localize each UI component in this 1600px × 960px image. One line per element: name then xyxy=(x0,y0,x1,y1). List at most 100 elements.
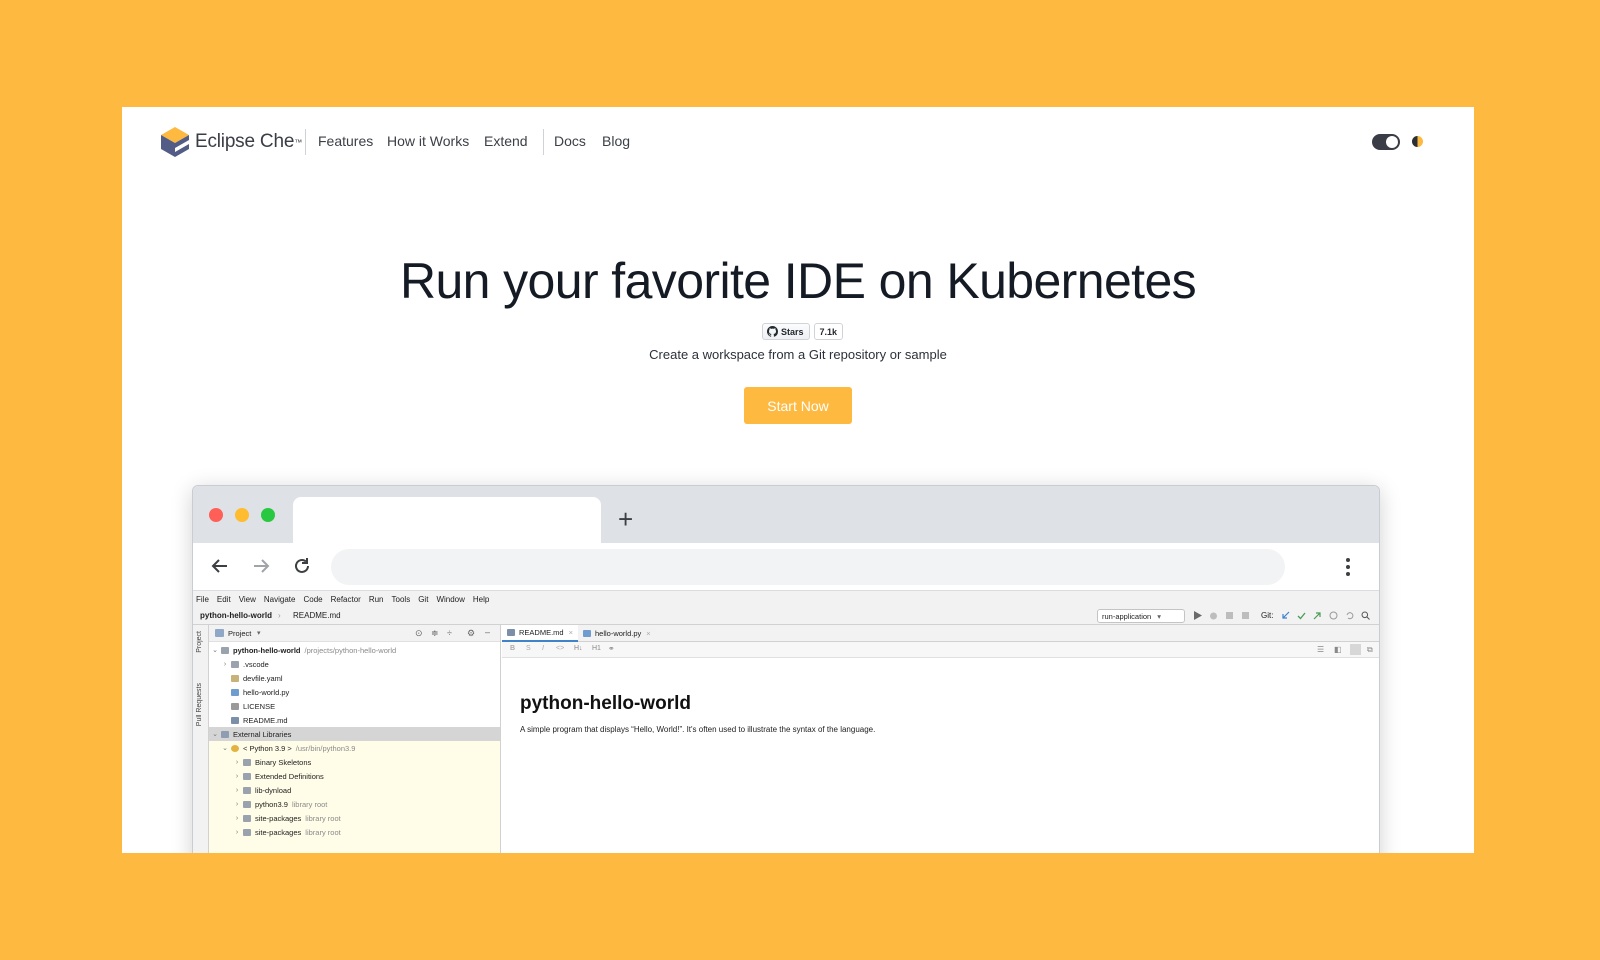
nav-link-extend[interactable]: Extend xyxy=(484,133,528,149)
nav-link-how-it-works[interactable]: How it Works xyxy=(387,133,469,149)
close-window-dot[interactable] xyxy=(209,508,223,522)
side-tab-pull-requests[interactable]: Pull Requests xyxy=(196,683,203,726)
collapse-all-icon[interactable]: ÷ xyxy=(447,628,452,638)
editor-tab-label: README.md xyxy=(519,628,564,637)
tree-item-label: Extended Definitions xyxy=(255,771,324,781)
code-icon[interactable]: <> xyxy=(556,645,564,652)
reload-icon[interactable] xyxy=(291,555,313,577)
tree-item-vscode[interactable]: › .vscode xyxy=(209,657,500,671)
expand-all-icon[interactable]: ≑ xyxy=(431,628,439,639)
split-view-icon[interactable]: ◧ xyxy=(1334,645,1342,654)
strikethrough-icon[interactable]: S xyxy=(526,645,531,652)
folder-icon xyxy=(243,758,251,766)
python-icon xyxy=(231,744,239,752)
breadcrumb-file[interactable]: README.md xyxy=(293,611,341,620)
menu-navigate[interactable]: Navigate xyxy=(264,595,296,604)
search-icon[interactable] xyxy=(1361,611,1370,620)
git-update-icon[interactable] xyxy=(1281,611,1290,620)
editor-tab-readme[interactable]: README.md × xyxy=(502,625,578,642)
editor-only-icon[interactable]: ☰ xyxy=(1317,645,1324,654)
italic-icon[interactable]: I xyxy=(542,645,544,652)
nav-link-docs[interactable]: Docs xyxy=(554,133,586,149)
tree-item-python39[interactable]: › python3.9 library root xyxy=(209,797,500,811)
git-push-icon[interactable] xyxy=(1313,611,1322,620)
run-icon[interactable] xyxy=(1193,611,1202,620)
minimize-window-dot[interactable] xyxy=(235,508,249,522)
tree-item-label: < Python 3.9 > xyxy=(243,743,292,753)
brand-logo[interactable]: Eclipse Che ™ xyxy=(160,126,302,158)
link-icon[interactable]: ⚭ xyxy=(608,644,615,653)
tree-item-hello-world-py[interactable]: hello-world.py xyxy=(209,685,500,699)
tree-item-label: .vscode xyxy=(243,659,269,669)
menu-tools[interactable]: Tools xyxy=(392,595,411,604)
nav-link-blog[interactable]: Blog xyxy=(602,133,630,149)
chevron-down-icon: ⌄ xyxy=(212,731,218,738)
menu-help[interactable]: Help xyxy=(473,595,489,604)
tree-item-project-root[interactable]: ⌄ python-hello-world/projects/python-hell… xyxy=(209,643,500,657)
menu-code[interactable]: Code xyxy=(303,595,322,604)
heading-1-icon[interactable]: H1 xyxy=(592,645,601,652)
menu-view[interactable]: View xyxy=(239,595,256,604)
git-commit-icon[interactable] xyxy=(1297,611,1306,620)
debug-icon[interactable] xyxy=(1209,611,1218,620)
tree-item-site-packages[interactable]: › site-packages library root xyxy=(209,811,500,825)
menu-edit[interactable]: Edit xyxy=(217,595,231,604)
readme-paragraph: A simple program that displays “Hello, W… xyxy=(520,725,876,734)
layout-icon[interactable]: ⧉ xyxy=(1367,645,1373,655)
editor-tab-hello-world[interactable]: hello-world.py × xyxy=(578,625,656,642)
readme-heading: python-hello-world xyxy=(520,693,691,714)
preview-only-icon[interactable] xyxy=(1350,644,1361,655)
editor-tab-label: hello-world.py xyxy=(595,629,642,638)
close-icon[interactable]: × xyxy=(646,629,650,638)
side-tab-project[interactable]: Project xyxy=(196,631,203,653)
folder-icon xyxy=(243,800,251,808)
browser-tab[interactable] xyxy=(293,497,601,543)
project-panel: Project ▾ ⊙ ≑ ÷ ⚙ – ⌄ python-hello-world /… xyxy=(209,625,501,853)
tree-item-hint: library root xyxy=(291,799,328,809)
contrast-icon[interactable] xyxy=(1411,135,1424,148)
close-icon[interactable]: × xyxy=(569,628,573,637)
tree-item-license[interactable]: LICENSE xyxy=(209,699,500,713)
heading-level-icon[interactable]: H↓ xyxy=(574,645,583,652)
menu-run[interactable]: Run xyxy=(369,595,384,604)
github-stars-widget[interactable]: Stars 7.1k xyxy=(762,323,844,340)
library-icon xyxy=(221,730,229,738)
project-panel-title[interactable]: Project xyxy=(228,629,251,638)
tree-item-lib-dynload[interactable]: › lib-dynload xyxy=(209,783,500,797)
tree-item-python-sdk[interactable]: ⌄ < Python 3.9 >/usr/bin/python3.9 xyxy=(209,741,500,755)
tree-item-devfile[interactable]: devfile.yaml xyxy=(209,671,500,685)
stop-icon[interactable] xyxy=(1241,611,1250,620)
browser-menu-icon[interactable] xyxy=(1345,557,1351,577)
stars-count[interactable]: 7.1k xyxy=(813,323,844,340)
tree-item-extended-definitions[interactable]: › Extended Definitions xyxy=(209,769,500,783)
tree-item-external-libraries[interactable]: ⌄ External Libraries xyxy=(209,727,500,741)
browser-toolbar xyxy=(193,543,1379,591)
new-tab-button[interactable]: + xyxy=(618,504,633,535)
bold-icon[interactable]: B xyxy=(510,645,515,652)
tree-item-site-packages[interactable]: › site-packages library root xyxy=(209,825,500,839)
ide-menu-bar: File Edit View Navigate Code Refactor Ru… xyxy=(193,591,1379,607)
github-stars-button[interactable]: Stars xyxy=(762,323,810,340)
forward-arrow-icon[interactable] xyxy=(250,555,272,577)
menu-git[interactable]: Git xyxy=(418,595,428,604)
theme-toggle[interactable] xyxy=(1372,134,1400,150)
locate-icon[interactable]: ⊙ xyxy=(415,628,423,639)
back-arrow-icon[interactable] xyxy=(209,555,231,577)
maximize-window-dot[interactable] xyxy=(261,508,275,522)
hide-panel-icon[interactable]: – xyxy=(485,627,490,637)
gear-icon[interactable]: ⚙ xyxy=(467,628,475,639)
start-now-button[interactable]: Start Now xyxy=(744,387,852,424)
nav-link-features[interactable]: Features xyxy=(318,133,373,149)
coverage-icon[interactable] xyxy=(1225,611,1234,620)
tree-item-readme[interactable]: README.md xyxy=(209,713,500,727)
menu-refactor[interactable]: Refactor xyxy=(331,595,361,604)
menu-file[interactable]: File xyxy=(196,595,209,604)
rollback-icon[interactable] xyxy=(1345,611,1354,620)
address-bar[interactable] xyxy=(331,549,1285,585)
run-config-select[interactable]: run-application ▾ xyxy=(1097,609,1185,623)
tree-item-binary-skeletons[interactable]: › Binary Skeletons xyxy=(209,755,500,769)
breadcrumb-project[interactable]: python-hello-world xyxy=(200,611,272,620)
tree-item-label: External Libraries xyxy=(233,729,292,739)
history-icon[interactable] xyxy=(1329,611,1338,620)
menu-window[interactable]: Window xyxy=(436,595,464,604)
